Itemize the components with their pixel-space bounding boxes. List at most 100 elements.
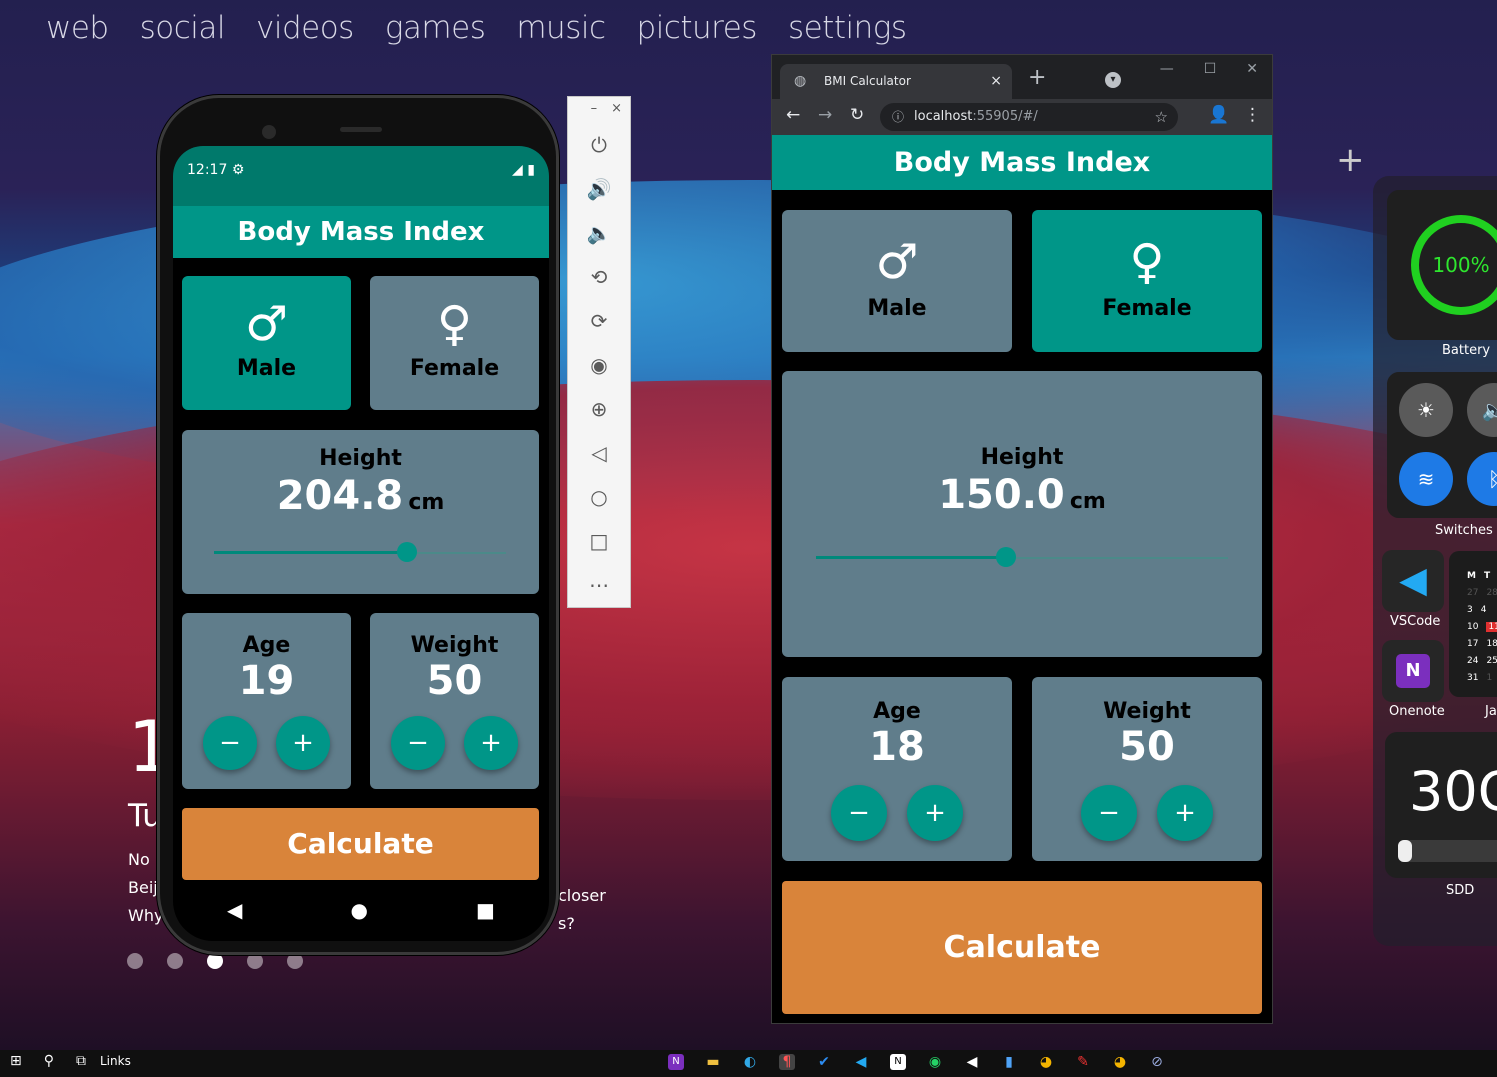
tab-search-icon[interactable]: ▾ xyxy=(1105,72,1121,88)
nav-social[interactable]: social xyxy=(140,10,226,46)
calendar-date: 17 xyxy=(1467,638,1479,649)
female-card[interactable]: ♀ Female xyxy=(1032,210,1262,352)
nav-web[interactable]: web xyxy=(46,10,109,46)
onenote-icon[interactable]: N xyxy=(668,1054,684,1070)
menu-dots-icon[interactable]: ⋮ xyxy=(1244,105,1261,125)
window-minimize-icon[interactable]: — xyxy=(1160,61,1174,77)
rotate-left-icon[interactable]: ⟲ xyxy=(568,255,630,299)
volume-up-icon[interactable]: 🔊 xyxy=(568,167,630,211)
rotate-right-icon[interactable]: ⟳ xyxy=(568,299,630,343)
minimize-button[interactable]: – xyxy=(591,101,598,119)
female-icon: ♀ xyxy=(436,296,473,352)
whatsapp-icon[interactable]: ◉ xyxy=(927,1054,943,1070)
calculate-button[interactable]: Calculate xyxy=(182,808,539,880)
debugger-icon[interactable]: ¶ xyxy=(779,1054,795,1070)
reload-icon[interactable]: ↻ xyxy=(850,105,864,125)
nav-videos[interactable]: videos xyxy=(256,10,354,46)
todo-icon[interactable]: ✔ xyxy=(816,1054,832,1070)
bookmark-star-icon[interactable]: ☆ xyxy=(1155,103,1168,131)
weight-decrement-button[interactable]: − xyxy=(391,716,445,770)
more-icon[interactable]: ⋯ xyxy=(568,563,630,607)
nav-music[interactable]: music xyxy=(516,10,606,46)
back-arrow-icon[interactable]: ← xyxy=(786,105,800,125)
top-navigation: web social videos games music pictures s… xyxy=(46,10,907,46)
brightness-icon[interactable]: ☀ xyxy=(1399,383,1453,437)
weight-decrement-button[interactable]: − xyxy=(1081,785,1137,841)
age-increment-button[interactable]: + xyxy=(276,716,330,770)
calendar-date: 18 xyxy=(1486,638,1497,649)
add-widget-button[interactable]: + xyxy=(1336,140,1365,180)
speaker-icon[interactable]: ◀ xyxy=(964,1054,980,1070)
phone-screen: 12:17 ⚙ ◢ ▮ Body Mass Index ♂ Male ♀ Fem… xyxy=(173,146,549,941)
file-explorer-icon[interactable]: ▬ xyxy=(705,1054,721,1070)
female-icon: ♀ xyxy=(1129,234,1165,290)
vscode-label: VSCode xyxy=(1390,614,1441,629)
pager-dot[interactable] xyxy=(247,953,263,969)
overview-icon[interactable]: ■ xyxy=(476,898,495,922)
calendar-date: 25 xyxy=(1486,655,1497,666)
male-icon: ♂ xyxy=(875,234,919,290)
volume-down-icon[interactable]: 🔈 xyxy=(568,211,630,255)
chrome-icon[interactable]: ◕ xyxy=(1038,1054,1054,1070)
calendar-label: Ja xyxy=(1485,704,1497,719)
pager-dot[interactable] xyxy=(167,953,183,969)
female-card[interactable]: ♀ Female xyxy=(370,276,539,410)
close-button[interactable]: × xyxy=(611,101,622,119)
wifi-icon[interactable]: ≋ xyxy=(1399,452,1453,506)
power-icon[interactable]: ⏻ xyxy=(568,123,630,167)
tab-close-icon[interactable]: × xyxy=(990,64,1002,99)
news-line-tail: closer xyxy=(558,886,606,905)
info-icon[interactable]: ⓘ xyxy=(892,103,904,131)
pager-dot-active[interactable] xyxy=(207,953,223,969)
home-icon[interactable]: ○ xyxy=(568,475,630,519)
links-toolbar[interactable]: Links xyxy=(100,1054,131,1068)
nav-pictures[interactable]: pictures xyxy=(637,10,758,46)
vscode-icon[interactable]: ◀ xyxy=(1382,550,1444,612)
height-card: Height 204.8 cm xyxy=(182,430,539,594)
camera-icon[interactable]: ◉ xyxy=(568,343,630,387)
male-card[interactable]: ♂ Male xyxy=(782,210,1012,352)
age-increment-button[interactable]: + xyxy=(907,785,963,841)
taskbar-apps: N ▬ ◐ ¶ ✔ ◀ N ◉ ◀ ▮ ◕ ✎ ◕ ⊘ xyxy=(668,1054,1165,1070)
calculate-button[interactable]: Calculate xyxy=(782,881,1262,1014)
height-slider-thumb[interactable] xyxy=(397,542,417,562)
nav-games[interactable]: games xyxy=(385,10,486,46)
forward-arrow-icon[interactable]: → xyxy=(818,105,832,125)
edge-icon[interactable]: ◐ xyxy=(742,1054,758,1070)
male-card[interactable]: ♂ Male xyxy=(182,276,351,410)
pager-dot[interactable] xyxy=(287,953,303,969)
pager-dot[interactable] xyxy=(127,953,143,969)
app-bar-title: Body Mass Index xyxy=(772,135,1272,190)
window-maximize-icon[interactable]: ☐ xyxy=(1204,61,1217,77)
overview-icon[interactable]: □ xyxy=(568,519,630,563)
back-icon[interactable]: ◀ xyxy=(227,898,242,922)
calendar-widget[interactable]: MT 27 28 34 10 11 17 18 24 25 31 1 xyxy=(1449,551,1497,697)
zoom-icon[interactable]: ⊕ xyxy=(568,387,630,431)
signal-icon: ◢ xyxy=(512,162,523,178)
back-icon[interactable]: ◁ xyxy=(568,431,630,475)
onenote-label: Onenote xyxy=(1389,704,1445,719)
onenote-icon[interactable]: N xyxy=(1382,640,1444,702)
task-view-icon[interactable]: ⧉ xyxy=(76,1053,86,1069)
age-card: Age 18 − + xyxy=(782,677,1012,861)
weight-increment-button[interactable]: + xyxy=(1157,785,1213,841)
notion-icon[interactable]: N xyxy=(890,1054,906,1070)
chrome-canary-icon[interactable]: ◕ xyxy=(1112,1054,1128,1070)
home-icon[interactable]: ● xyxy=(351,898,368,922)
weight-increment-button[interactable]: + xyxy=(464,716,518,770)
new-tab-button[interactable]: + xyxy=(1028,65,1046,90)
profile-icon[interactable]: 👤 xyxy=(1208,105,1229,125)
windows-start-icon[interactable]: ⊞ xyxy=(10,1053,22,1069)
age-decrement-button[interactable]: − xyxy=(831,785,887,841)
search-icon[interactable]: ⚲ xyxy=(44,1053,54,1069)
height-slider-thumb[interactable] xyxy=(996,547,1016,567)
vscode-icon[interactable]: ◀ xyxy=(853,1054,869,1070)
nav-settings[interactable]: settings xyxy=(788,10,907,46)
age-decrement-button[interactable]: − xyxy=(203,716,257,770)
window-close-icon[interactable]: ✕ xyxy=(1246,61,1258,77)
tool-icon[interactable]: ✎ xyxy=(1075,1054,1091,1070)
browser-tab[interactable]: ◍ BMI Calculator × xyxy=(780,64,1012,99)
address-bar[interactable]: ⓘ localhost:55905/#/ ☆ xyxy=(880,103,1178,131)
phone-app-icon[interactable]: ▮ xyxy=(1001,1054,1017,1070)
app-icon[interactable]: ⊘ xyxy=(1149,1054,1165,1070)
